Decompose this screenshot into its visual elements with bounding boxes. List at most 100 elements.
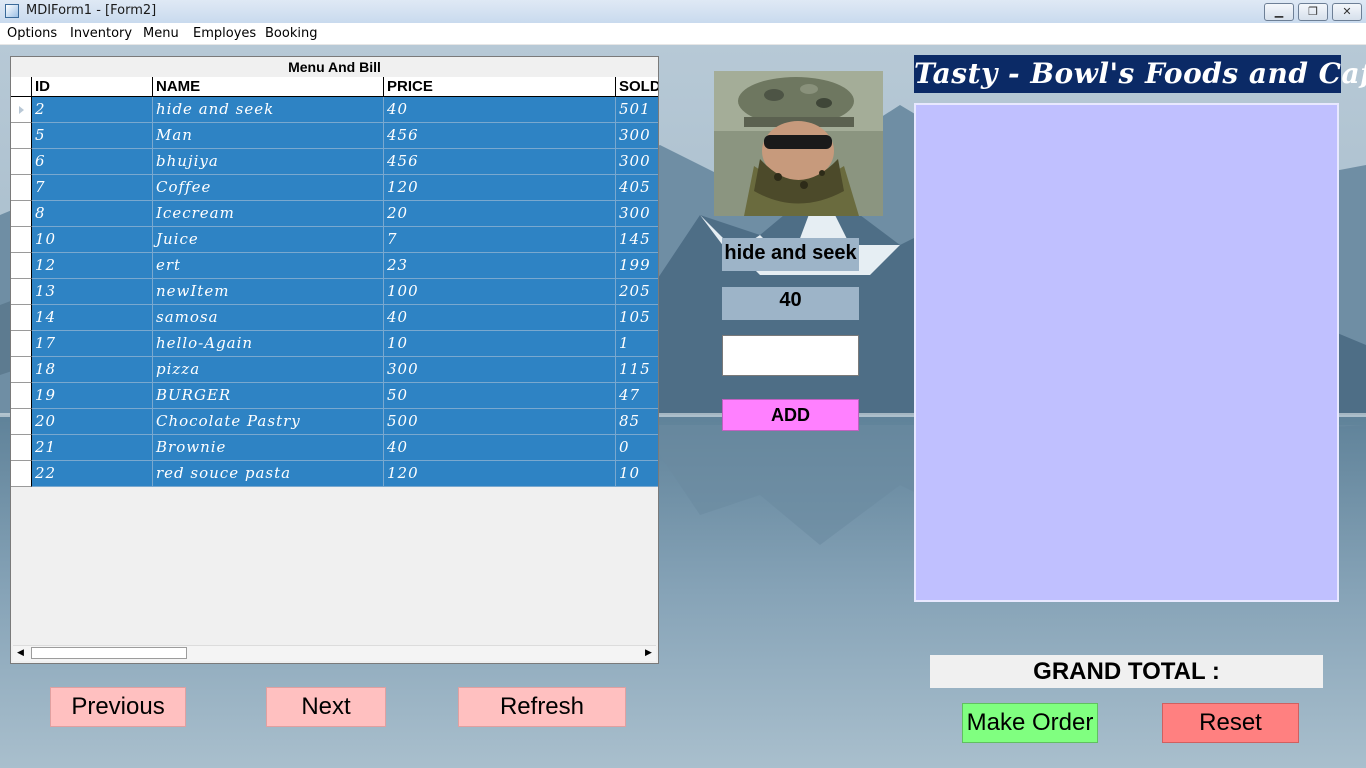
menu-employes[interactable]: Employes xyxy=(193,26,256,41)
cell-sold[interactable]: 300 xyxy=(616,149,658,175)
cell-price[interactable]: 100 xyxy=(384,279,616,305)
row-selector[interactable] xyxy=(11,357,32,383)
cell-id[interactable]: 20 xyxy=(32,409,153,435)
column-header-id[interactable]: ID xyxy=(32,77,153,97)
add-button[interactable]: ADD xyxy=(722,399,859,431)
row-selector[interactable] xyxy=(11,383,32,409)
cell-sold[interactable]: 145 xyxy=(616,227,658,253)
row-selector[interactable] xyxy=(11,149,32,175)
scroll-left-icon[interactable]: ◀ xyxy=(13,646,28,661)
cell-price[interactable]: 120 xyxy=(384,461,616,487)
cell-id[interactable]: 14 xyxy=(32,305,153,331)
row-selector[interactable] xyxy=(11,123,32,149)
cell-price[interactable]: 456 xyxy=(384,149,616,175)
cell-id[interactable]: 12 xyxy=(32,253,153,279)
column-header-price[interactable]: PRICE xyxy=(384,77,616,97)
scroll-right-icon[interactable]: ▶ xyxy=(641,646,656,661)
cell-price[interactable]: 40 xyxy=(384,435,616,461)
table-row[interactable]: 12 ert 23 199 xyxy=(11,253,658,279)
menu-booking[interactable]: Booking xyxy=(265,26,317,41)
cell-name[interactable]: BURGER xyxy=(153,383,384,409)
cell-id[interactable]: 19 xyxy=(32,383,153,409)
cell-id[interactable]: 21 xyxy=(32,435,153,461)
cell-name[interactable]: hello-Again xyxy=(153,331,384,357)
table-row[interactable]: 22 red souce pasta 120 10 xyxy=(11,461,658,487)
cell-sold[interactable]: 47 xyxy=(616,383,658,409)
refresh-button[interactable]: Refresh xyxy=(458,687,626,727)
table-row[interactable]: 10 Juice 7 145 xyxy=(11,227,658,253)
table-row[interactable]: 13 newItem 100 205 xyxy=(11,279,658,305)
cell-name[interactable]: Icecream xyxy=(153,201,384,227)
cell-sold[interactable]: 85 xyxy=(616,409,658,435)
cell-id[interactable]: 2 xyxy=(32,97,153,123)
minimize-button[interactable]: ▁ xyxy=(1264,3,1294,21)
row-selector[interactable] xyxy=(11,227,32,253)
cell-sold[interactable]: 199 xyxy=(616,253,658,279)
cell-price[interactable]: 40 xyxy=(384,97,616,123)
cell-name[interactable]: ert xyxy=(153,253,384,279)
row-selector[interactable] xyxy=(11,279,32,305)
previous-button[interactable]: Previous xyxy=(50,687,186,727)
bill-list[interactable] xyxy=(914,103,1339,602)
table-row[interactable]: 8 Icecream 20 300 xyxy=(11,201,658,227)
cell-sold[interactable]: 405 xyxy=(616,175,658,201)
cell-sold[interactable]: 501 xyxy=(616,97,658,123)
cell-name[interactable]: Brownie xyxy=(153,435,384,461)
row-selector[interactable] xyxy=(11,305,32,331)
cell-sold[interactable]: 300 xyxy=(616,123,658,149)
cell-id[interactable]: 17 xyxy=(32,331,153,357)
cell-sold[interactable]: 105 xyxy=(616,305,658,331)
row-selector[interactable] xyxy=(11,331,32,357)
cell-price[interactable]: 300 xyxy=(384,357,616,383)
table-row[interactable]: 6 bhujiya 456 300 xyxy=(11,149,658,175)
cell-id[interactable]: 18 xyxy=(32,357,153,383)
table-row[interactable]: 7 Coffee 120 405 xyxy=(11,175,658,201)
cell-sold[interactable]: 300 xyxy=(616,201,658,227)
cell-name[interactable]: samosa xyxy=(153,305,384,331)
menu-inventory[interactable]: Inventory xyxy=(70,26,132,41)
cell-name[interactable]: Juice xyxy=(153,227,384,253)
table-row[interactable]: 5 Man 456 300 xyxy=(11,123,658,149)
cell-id[interactable]: 10 xyxy=(32,227,153,253)
cell-price[interactable]: 20 xyxy=(384,201,616,227)
cell-price[interactable]: 456 xyxy=(384,123,616,149)
close-button[interactable]: ✕ xyxy=(1332,3,1362,21)
quantity-input[interactable] xyxy=(722,335,859,376)
cell-name[interactable]: pizza xyxy=(153,357,384,383)
cell-price[interactable]: 10 xyxy=(384,331,616,357)
next-button[interactable]: Next xyxy=(266,687,386,727)
cell-sold[interactable]: 10 xyxy=(616,461,658,487)
cell-price[interactable]: 40 xyxy=(384,305,616,331)
cell-name[interactable]: Coffee xyxy=(153,175,384,201)
table-row[interactable]: 19 BURGER 50 47 xyxy=(11,383,658,409)
row-selector[interactable] xyxy=(11,97,32,123)
scroll-thumb[interactable] xyxy=(31,647,187,659)
cell-name[interactable]: hide and seek xyxy=(153,97,384,123)
cell-id[interactable]: 8 xyxy=(32,201,153,227)
cell-id[interactable]: 22 xyxy=(32,461,153,487)
row-selector[interactable] xyxy=(11,253,32,279)
cell-sold[interactable]: 1 xyxy=(616,331,658,357)
cell-name[interactable]: newItem xyxy=(153,279,384,305)
cell-price[interactable]: 7 xyxy=(384,227,616,253)
cell-name[interactable]: red souce pasta xyxy=(153,461,384,487)
row-selector[interactable] xyxy=(11,461,32,487)
cell-id[interactable]: 6 xyxy=(32,149,153,175)
cell-price[interactable]: 23 xyxy=(384,253,616,279)
cell-name[interactable]: bhujiya xyxy=(153,149,384,175)
row-selector[interactable] xyxy=(11,201,32,227)
table-row[interactable]: 21 Brownie 40 0 xyxy=(11,435,658,461)
cell-sold[interactable]: 205 xyxy=(616,279,658,305)
cell-price[interactable]: 50 xyxy=(384,383,616,409)
cell-name[interactable]: Chocolate Pastry xyxy=(153,409,384,435)
cell-sold[interactable]: 115 xyxy=(616,357,658,383)
reset-button[interactable]: Reset xyxy=(1162,703,1299,743)
cell-id[interactable]: 5 xyxy=(32,123,153,149)
cell-price[interactable]: 120 xyxy=(384,175,616,201)
menu-menu[interactable]: Menu xyxy=(143,26,179,41)
cell-id[interactable]: 13 xyxy=(32,279,153,305)
cell-price[interactable]: 500 xyxy=(384,409,616,435)
column-header-name[interactable]: NAME xyxy=(153,77,384,97)
restore-button[interactable]: ❐ xyxy=(1298,3,1328,21)
row-selector[interactable] xyxy=(11,435,32,461)
